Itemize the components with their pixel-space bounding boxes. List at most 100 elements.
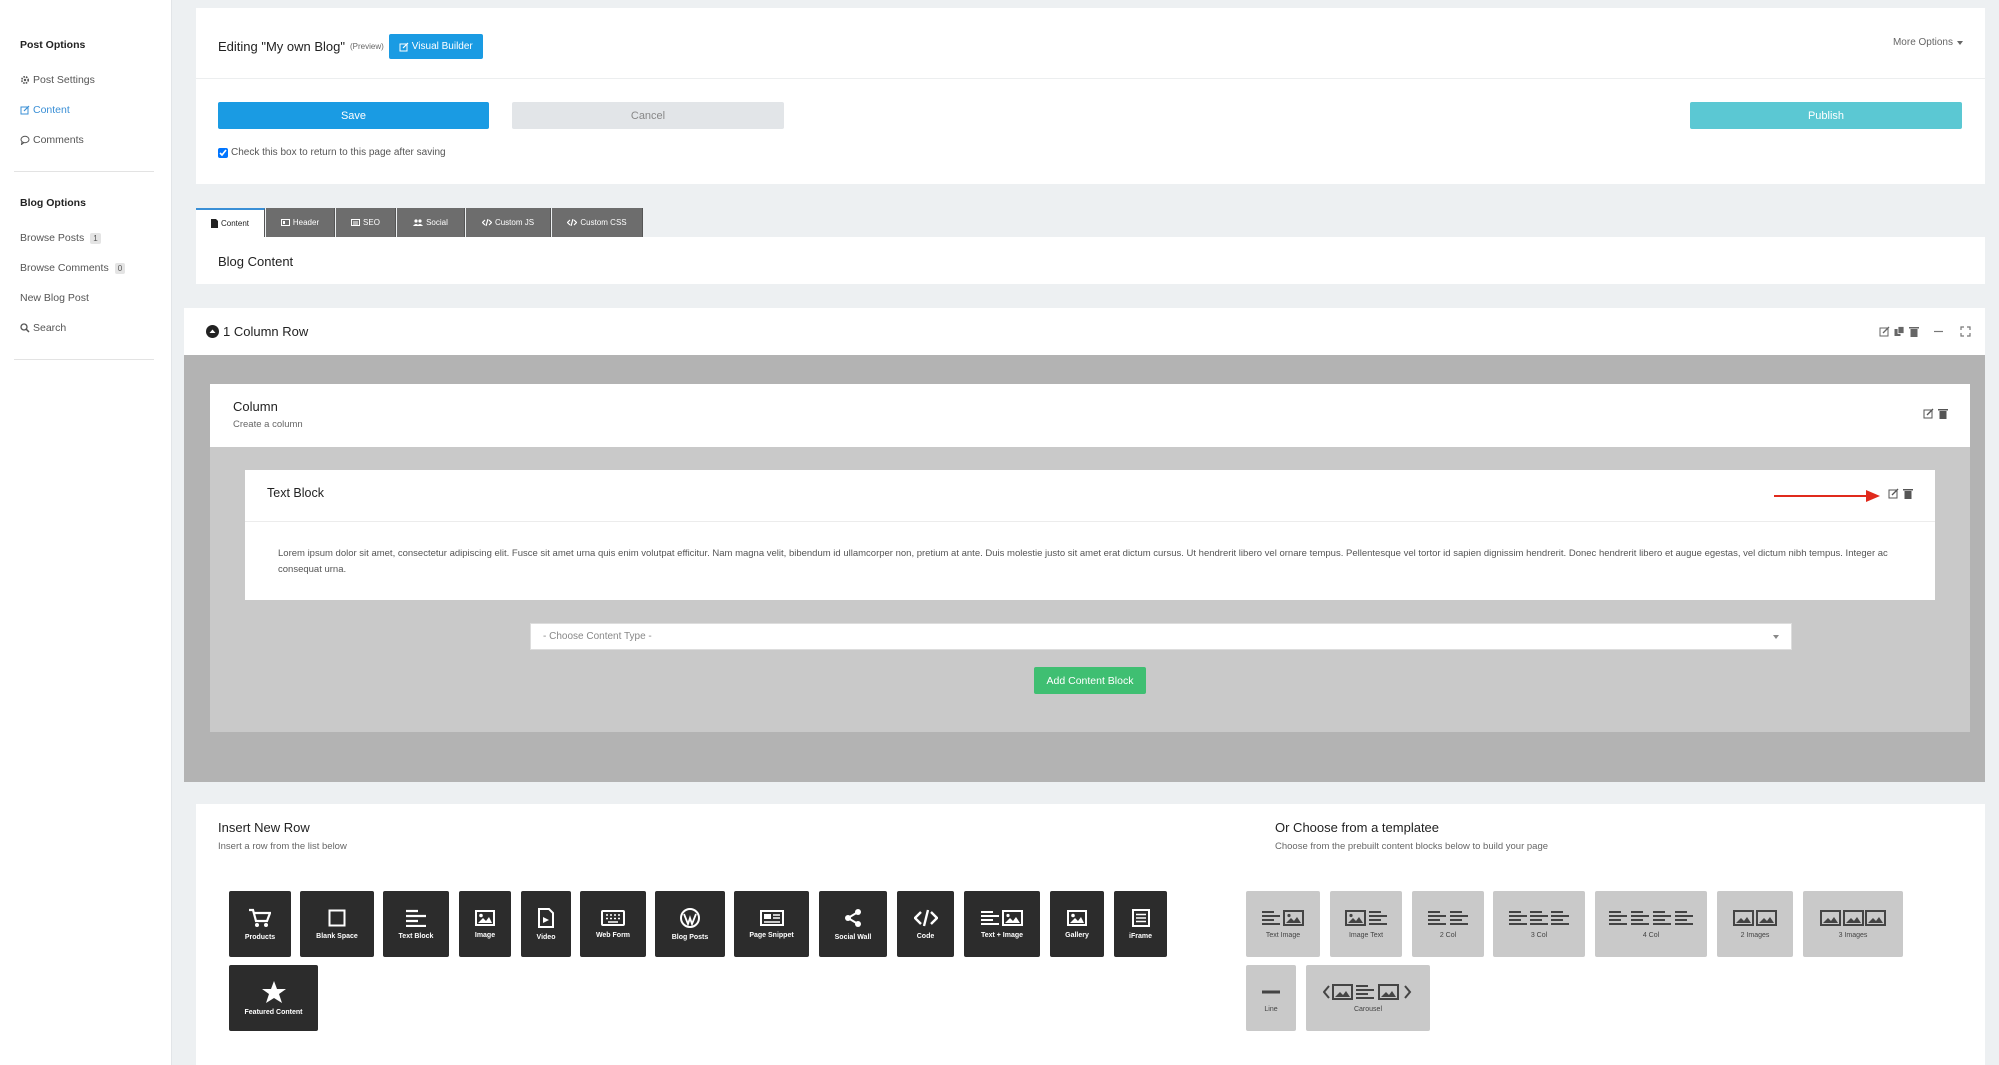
tile-label: Social Wall <box>834 933 872 941</box>
tile-label: Text Image <box>1265 931 1301 939</box>
tab-label: Custom JS <box>494 218 535 227</box>
tile-label: 2 Images <box>1740 931 1770 939</box>
tab-social[interactable]: Social <box>397 208 465 237</box>
visual-builder-button[interactable]: Visual Builder <box>388 34 483 59</box>
text-icon <box>406 909 426 927</box>
tile-label: Blog Posts <box>671 933 709 941</box>
column-subtitle: Create a column <box>233 419 303 430</box>
sidebar-item-label: Browse Posts <box>20 232 85 244</box>
sidebar-item-browse-comments[interactable]: Browse Comments 0 <box>20 262 126 274</box>
edit-icon[interactable] <box>1888 488 1899 499</box>
annotation-arrow <box>1772 489 1882 503</box>
seo-icon <box>351 219 361 226</box>
template-carousel[interactable]: Carousel <box>1306 965 1430 1031</box>
publish-button[interactable]: Publish <box>1690 102 1962 129</box>
insert-social-wall-button[interactable]: Social Wall <box>819 891 887 957</box>
count-badge: 0 <box>114 262 126 274</box>
gallery-icon <box>1067 909 1087 926</box>
template-4-col[interactable]: 4 Col <box>1595 891 1707 957</box>
tab-custom-js[interactable]: Custom JS <box>466 208 551 237</box>
trash-icon[interactable] <box>1903 488 1913 499</box>
cancel-button[interactable]: Cancel <box>512 102 784 129</box>
add-content-block-button[interactable]: Add Content Block <box>1034 667 1146 694</box>
two-column-icon <box>1428 910 1468 926</box>
insert-text-image-button[interactable]: Text + Image <box>964 891 1040 957</box>
insert-web-form-button[interactable]: Web Form <box>580 891 646 957</box>
insert-text-block-button[interactable]: Text Block <box>383 891 449 957</box>
sidebar-item-content[interactable]: Content <box>20 104 70 116</box>
tile-label: Line <box>1264 1005 1278 1013</box>
tab-seo[interactable]: SEO <box>336 208 396 237</box>
template-line[interactable]: Line <box>1246 965 1296 1031</box>
minimize-icon[interactable] <box>1933 326 1944 337</box>
tab-content[interactable]: Content <box>196 208 265 237</box>
star-icon <box>261 980 286 1003</box>
sidebar-item-post-settings[interactable]: Post Settings <box>20 74 95 86</box>
edit-icon[interactable] <box>1923 408 1934 419</box>
template-image-text[interactable]: Image Text <box>1330 891 1402 957</box>
templates-subtitle: Choose from the prebuilt content blocks … <box>1275 841 1549 852</box>
edit-icon[interactable] <box>1879 326 1890 337</box>
tab-label: Content <box>220 219 250 228</box>
insert-code-button[interactable]: Code <box>897 891 954 957</box>
tab-header[interactable]: Header <box>266 208 335 237</box>
tile-label: iFrame <box>1129 932 1152 940</box>
page-title: Editing "My own Blog" <box>218 39 346 54</box>
insert-gallery-button[interactable]: Gallery <box>1050 891 1104 957</box>
content-type-select[interactable]: - Choose Content Type - <box>530 623 1792 650</box>
users-icon <box>413 219 424 226</box>
template-2-col[interactable]: 2 Col <box>1412 891 1484 957</box>
copy-icon[interactable] <box>1894 326 1905 337</box>
tile-label: Code <box>916 932 935 940</box>
return-checkbox[interactable] <box>218 147 228 158</box>
tab-custom-css[interactable]: Custom CSS <box>552 208 643 237</box>
insert-page-snippet-button[interactable]: Page Snippet <box>734 891 809 957</box>
insert-video-button[interactable]: Video <box>521 891 571 957</box>
insert-blank-space-button[interactable]: Blank Space <box>300 891 374 957</box>
tile-label: 2 Col <box>1439 931 1457 939</box>
more-options-dropdown[interactable]: More Options <box>1893 37 1963 48</box>
fullscreen-icon[interactable] <box>1960 326 1971 337</box>
save-button[interactable]: Save <box>218 102 489 129</box>
tile-label: Carousel <box>1353 1005 1382 1013</box>
sidebar-item-label: Browse Comments <box>20 262 109 274</box>
newspaper-icon <box>759 909 784 926</box>
trash-icon[interactable] <box>1909 326 1919 337</box>
template-2-images[interactable]: 2 Images <box>1717 891 1793 957</box>
insert-blog-posts-button[interactable]: Blog Posts <box>655 891 725 957</box>
cart-icon <box>249 908 271 928</box>
trash-icon[interactable] <box>1938 408 1948 419</box>
video-file-icon <box>538 907 554 928</box>
text-image-icon <box>1262 909 1304 926</box>
edit-icon <box>20 105 30 115</box>
column-header: Column Create a column <box>210 384 1970 447</box>
blog-options-heading: Blog Options <box>20 197 86 209</box>
collapse-up-icon[interactable] <box>206 325 219 338</box>
keyboard-icon <box>601 909 625 926</box>
three-column-icon <box>1509 910 1569 926</box>
blog-content-panel: Blog Content <box>196 237 1985 284</box>
sidebar-item-label: Comments <box>33 134 84 146</box>
image-icon <box>475 909 495 926</box>
sidebar-item-search[interactable]: Search <box>20 322 66 334</box>
list-icon <box>1131 908 1150 927</box>
preview-link[interactable]: (Preview) <box>350 42 384 51</box>
sidebar-item-browse-posts[interactable]: Browse Posts 1 <box>20 232 101 244</box>
insert-iframe-button[interactable]: iFrame <box>1114 891 1167 957</box>
template-3-col[interactable]: 3 Col <box>1493 891 1585 957</box>
sidebar-item-label: New Blog Post <box>20 292 89 304</box>
caret-down-icon <box>1773 634 1779 639</box>
insert-featured-content-button[interactable]: Featured Content <box>229 965 318 1031</box>
blog-content-title: Blog Content <box>218 254 294 269</box>
tile-label: Featured Content <box>244 1008 303 1016</box>
insert-products-button[interactable]: Products <box>229 891 291 957</box>
sidebar-item-comments[interactable]: Comments <box>20 134 84 146</box>
template-3-images[interactable]: 3 Images <box>1803 891 1903 957</box>
sidebar-item-new-blog-post[interactable]: New Blog Post <box>20 292 89 304</box>
insert-image-button[interactable]: Image <box>459 891 511 957</box>
tile-label: Text + Image <box>980 931 1024 939</box>
insert-row-subtitle: Insert a row from the list below <box>218 841 347 852</box>
template-text-image[interactable]: Text Image <box>1246 891 1320 957</box>
four-column-icon <box>1609 910 1693 926</box>
tile-label: Image <box>474 931 496 939</box>
